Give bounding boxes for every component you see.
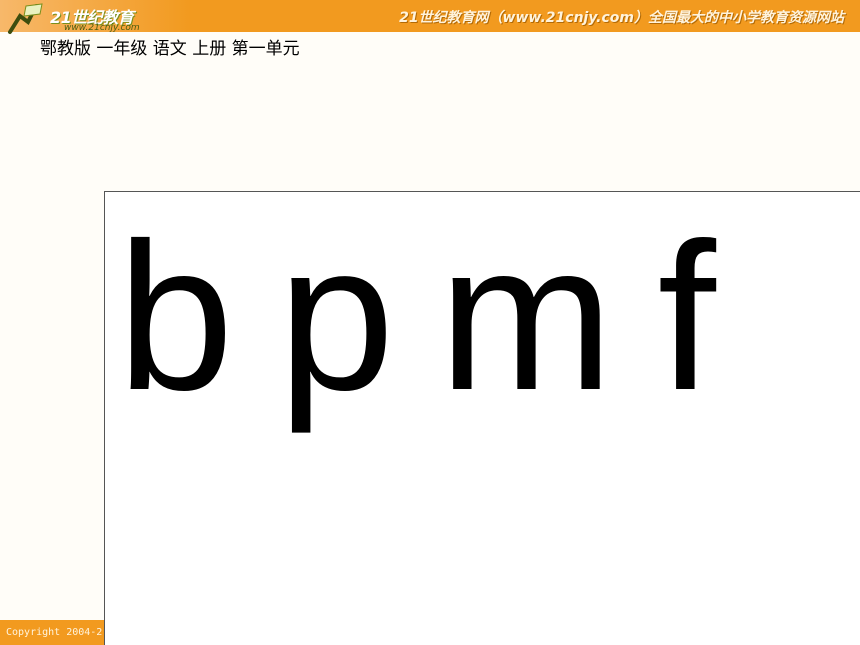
- site-tagline: 21世纪教育网（www.21cnjy.com）全国最大的中小学教育资源网站: [399, 10, 844, 26]
- logo-url: www.21cnjy.com: [64, 23, 140, 33]
- pinyin-letter-f: f: [657, 199, 716, 434]
- slide-page: 21世纪教育 www.21cnjy.com 21世纪教育网（www.21cnjy…: [0, 0, 860, 645]
- pinyin-letter-p: p: [277, 199, 395, 434]
- copyright-text: Copyright 2004-2: [6, 627, 103, 638]
- content-box: b p m f: [104, 191, 860, 645]
- pinyin-letter-m: m: [438, 199, 614, 434]
- header-banner: 21世纪教育 www.21cnjy.com 21世纪教育网（www.21cnjy…: [0, 0, 860, 34]
- lesson-subtitle: 鄂教版 一年级 语文 上册 第一单元: [40, 39, 300, 59]
- runner-logo-icon: [8, 3, 43, 34]
- pinyin-letter-b: b: [117, 199, 234, 434]
- pinyin-letters: b p m f: [117, 212, 760, 422]
